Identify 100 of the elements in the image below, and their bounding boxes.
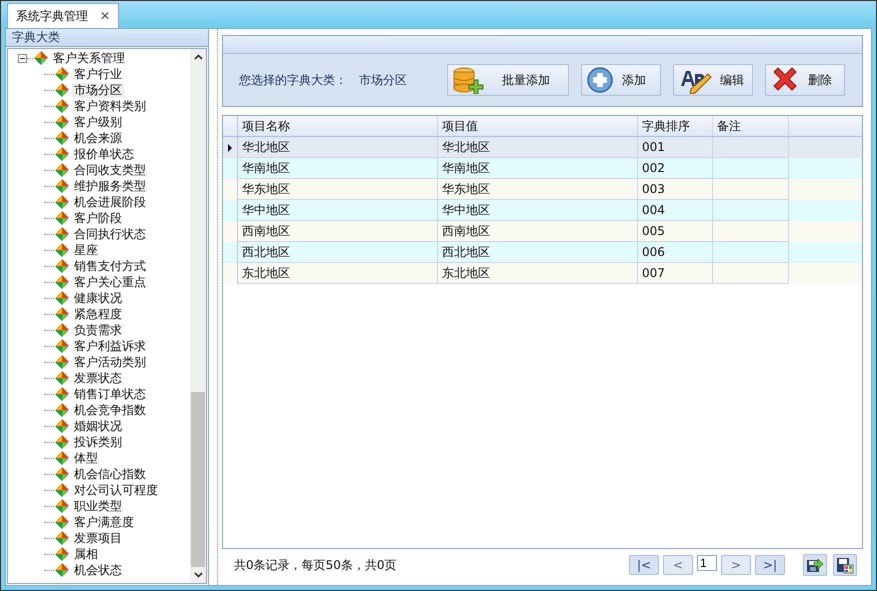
field-value: 市场分区 <box>359 72 407 88</box>
table-row[interactable]: 华北地区 华北地区 001 <box>223 137 862 158</box>
node-icon <box>54 82 70 98</box>
scrollbar[interactable] <box>190 49 206 583</box>
node-icon <box>54 450 70 466</box>
node-icon <box>54 418 70 434</box>
node-icon <box>54 258 70 274</box>
table-cell: 007 <box>638 263 713 284</box>
row-indicator-icon <box>228 144 232 152</box>
tree-item[interactable]: 发票状态 <box>72 370 124 386</box>
tree-item[interactable]: 负责需求 <box>72 322 124 338</box>
tree-item[interactable]: 客户利益诉求 <box>72 338 148 354</box>
record-summary: 共0条记录，每页50条，共0页 <box>234 556 398 574</box>
panel-title: 字典大类 <box>6 29 208 47</box>
node-icon <box>54 530 70 546</box>
tab-label: 系统字典管理 <box>16 8 88 24</box>
tree-item[interactable]: 属相 <box>72 546 100 562</box>
node-icon <box>54 466 70 482</box>
node-icon <box>54 242 70 258</box>
tree-item[interactable]: 客户行业 <box>72 66 124 82</box>
tree-item[interactable]: 报价单状态 <box>72 146 136 162</box>
node-icon <box>54 178 70 194</box>
node-icon <box>54 434 70 450</box>
column-header[interactable]: 备注 <box>713 116 789 136</box>
node-icon <box>54 514 70 530</box>
node-icon <box>54 210 70 226</box>
tree-item[interactable]: 对公司认可程度 <box>72 482 160 498</box>
tree-item[interactable]: 星座 <box>72 242 100 258</box>
field-label: 您选择的字典大类： <box>239 72 347 88</box>
table-row[interactable]: 东北地区 东北地区 007 <box>223 263 862 284</box>
tree-item[interactable]: 客户关系管理 <box>51 50 127 66</box>
table-row[interactable]: 华东地区 华东地区 003 <box>223 179 862 200</box>
tree-item[interactable]: 职业类型 <box>72 498 124 514</box>
toolbar-button[interactable]: 批量添加 <box>447 64 569 96</box>
tree-item[interactable]: 客户阶段 <box>72 210 124 226</box>
node-icon <box>54 386 70 402</box>
node-icon <box>54 66 70 82</box>
tree-item[interactable]: 客户资料类别 <box>72 98 148 114</box>
pager-button[interactable]: >| <box>755 555 785 575</box>
node-icon <box>54 194 70 210</box>
toolbar-button[interactable]: 编辑 <box>673 64 753 96</box>
tree-item[interactable]: 机会信心指数 <box>72 466 148 482</box>
table-cell: 东北地区 <box>238 263 438 284</box>
tree-item[interactable]: 合同执行状态 <box>72 226 148 242</box>
tree-item[interactable]: 维护服务类型 <box>72 178 148 194</box>
tree-item[interactable]: 紧急程度 <box>72 306 124 322</box>
node-icon <box>54 498 70 514</box>
node-icon <box>54 98 70 114</box>
tree-item[interactable]: 客户关心重点 <box>72 274 148 290</box>
tree-item[interactable]: 发票项目 <box>72 530 124 546</box>
node-icon <box>54 322 70 338</box>
collapse-icon[interactable] <box>18 54 27 62</box>
tree-item[interactable]: 机会状态 <box>72 562 124 578</box>
node-icon <box>54 482 70 498</box>
column-header[interactable]: 项目名称 <box>238 116 438 136</box>
tab[interactable]: 系统字典管理 ✕ <box>7 3 120 28</box>
export-icon <box>805 556 825 574</box>
tree-item[interactable]: 市场分区 <box>72 82 124 98</box>
node-icon <box>54 290 70 306</box>
toolbar-button[interactable] <box>833 554 857 576</box>
scroll-down-icon[interactable] <box>194 572 202 578</box>
node-icon <box>54 354 70 370</box>
tree-item[interactable]: 投诉类别 <box>72 434 124 450</box>
database-plus-icon <box>452 66 484 94</box>
tree-item[interactable]: 机会进展阶段 <box>72 194 148 210</box>
node-icon <box>54 162 70 178</box>
table-row[interactable]: 华南地区 华南地区 002 <box>223 158 862 179</box>
toolbar-button[interactable]: 删除 <box>765 64 845 96</box>
tree-item[interactable]: 客户级别 <box>72 114 124 130</box>
toolbar-button[interactable]: 添加 <box>581 64 661 96</box>
tree-item[interactable]: 婚姻状况 <box>72 418 124 434</box>
column-header[interactable]: 字典排序 <box>638 116 713 136</box>
tree-item[interactable]: 销售支付方式 <box>72 258 148 274</box>
save-icon <box>835 556 855 574</box>
node-icon <box>54 546 70 562</box>
tree-item[interactable]: 机会竞争指数 <box>72 402 148 418</box>
table-row[interactable]: 西南地区 西南地区 005 <box>223 221 862 242</box>
tree-item[interactable]: 销售订单状态 <box>72 386 148 402</box>
pager-button[interactable]: |< <box>629 555 659 575</box>
page-input[interactable]: 1 <box>697 555 717 571</box>
tree-item[interactable]: 体型 <box>72 450 100 466</box>
tree-item[interactable]: 机会来源 <box>72 130 124 146</box>
tree-item[interactable]: 客户满意度 <box>72 514 136 530</box>
node-icon <box>54 130 70 146</box>
node-icon <box>54 402 70 418</box>
table-row[interactable]: 西北地区 西北地区 006 <box>223 242 862 263</box>
tree-item[interactable]: 合同收支类型 <box>72 162 148 178</box>
close-icon[interactable]: ✕ <box>100 9 110 23</box>
node-icon <box>54 562 70 578</box>
node-icon <box>54 274 70 290</box>
column-header[interactable]: 项目值 <box>438 116 638 136</box>
table-cell: 东北地区 <box>438 263 638 284</box>
tree-item[interactable]: 客户活动类别 <box>72 354 148 370</box>
toolbar-button[interactable] <box>803 554 827 576</box>
tree-item[interactable]: 健康状况 <box>72 290 124 306</box>
scroll-up-icon[interactable] <box>194 54 202 60</box>
plus-circle-icon <box>586 66 614 94</box>
node-icon <box>54 146 70 162</box>
table-row[interactable]: 华中地区 华中地区 004 <box>223 200 862 221</box>
node-icon <box>54 114 70 130</box>
